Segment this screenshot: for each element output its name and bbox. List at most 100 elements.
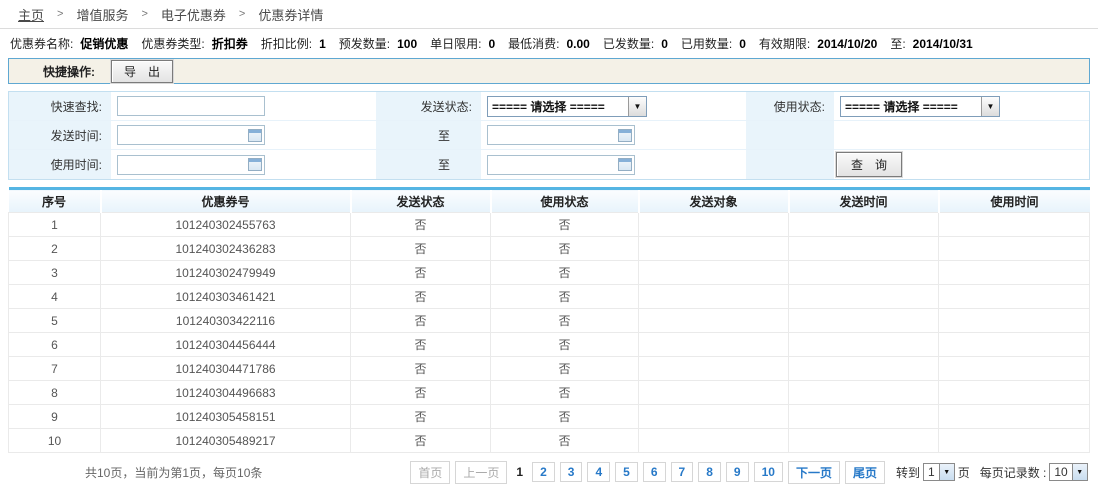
table-cell-send-target <box>639 333 789 357</box>
table-cell-send-time <box>789 381 939 405</box>
breadcrumb-value-added-services[interactable]: 增值服务 <box>76 5 128 24</box>
table-cell-send-time <box>789 309 939 333</box>
calendar-icon[interactable] <box>248 129 262 142</box>
per-page-select-value: 10 <box>1050 464 1071 480</box>
table-cell-coupon-no: 101240302436283 <box>101 237 351 261</box>
table-cell-send-target <box>639 309 789 333</box>
calendar-icon[interactable] <box>618 158 632 171</box>
table-cell-send-target <box>639 237 789 261</box>
page-button[interactable]: 10 <box>754 462 783 482</box>
table-row: 9101240305458151否否 <box>9 405 1090 429</box>
per-page-select[interactable]: 10 ▼ <box>1049 463 1087 481</box>
table-cell-send-target <box>639 213 789 237</box>
use-status-label: 使用状态: <box>746 92 834 121</box>
use-time-label: 使用时间: <box>9 150 111 179</box>
table-cell-coupon-no: 101240302455763 <box>101 213 351 237</box>
info-field-label: 单日限用: <box>430 37 481 51</box>
table-row: 10101240305489217否否 <box>9 429 1090 453</box>
first-page-button[interactable]: 首页 <box>410 461 450 484</box>
chevron-down-icon[interactable]: ▼ <box>628 97 646 116</box>
info-field: 已发数量:0 <box>603 35 668 52</box>
table-cell-send-status: 否 <box>351 261 491 285</box>
per-page-label: 每页记录数 : <box>980 464 1047 481</box>
info-field: 优惠券类型: 折扣券 <box>141 35 247 52</box>
info-field-label: 优惠券类型: <box>141 37 204 51</box>
table-cell-use-time <box>939 405 1090 429</box>
send-time-to-input[interactable] <box>487 125 635 145</box>
use-time-to-label: 至 <box>438 156 450 173</box>
page-button[interactable]: 4 <box>587 462 610 482</box>
info-field: 单日限用: 0 <box>430 35 495 52</box>
table-cell-use-status: 否 <box>491 429 639 453</box>
page-button[interactable]: 3 <box>560 462 583 482</box>
table-cell-index: 2 <box>9 237 101 261</box>
table-cell-index: 8 <box>9 381 101 405</box>
quick-action-label: 快捷操作: <box>43 63 95 80</box>
breadcrumb-separator: > <box>141 8 147 20</box>
table-cell-send-status: 否 <box>351 237 491 261</box>
table-row: 6101240304456444否否 <box>9 333 1090 357</box>
goto-label: 转到 <box>896 464 920 481</box>
table-cell-use-time <box>939 213 1090 237</box>
send-status-select-value: ===== 请选择 ===== <box>488 97 628 116</box>
table-cell-send-time <box>789 285 939 309</box>
send-time-from-input[interactable] <box>117 125 265 145</box>
next-page-button[interactable]: 下一页 <box>788 461 840 484</box>
table-cell-send-target <box>639 285 789 309</box>
calendar-icon[interactable] <box>248 158 262 171</box>
coupon-info-bar: 优惠券名称:促销优惠优惠券类型:折扣券折扣比例:1预发数量:100单日限用:0最… <box>0 29 1098 57</box>
page-button[interactable]: 7 <box>671 462 694 482</box>
calendar-icon[interactable] <box>618 129 632 142</box>
send-status-select[interactable]: ===== 请选择 ===== ▼ <box>487 96 647 117</box>
page-button[interactable]: 8 <box>698 462 721 482</box>
page-button[interactable]: 9 <box>726 462 749 482</box>
pagination-bar: 共10页，当前为第1页，每页10条 首页 上一页 1 2345678910 下一… <box>0 453 1098 491</box>
table-cell-use-time <box>939 381 1090 405</box>
use-time-to-input[interactable] <box>487 155 635 175</box>
info-field-value: 0 <box>488 37 495 51</box>
goto-page-select[interactable]: 1 ▼ <box>923 463 955 481</box>
page-button[interactable]: 5 <box>615 462 638 482</box>
table-cell-use-time <box>939 237 1090 261</box>
info-field: 最低消费:0.00 <box>508 35 590 52</box>
chevron-down-icon[interactable]: ▼ <box>1072 464 1087 480</box>
search-button[interactable]: 查 询 <box>836 152 902 177</box>
table-cell-send-time <box>789 261 939 285</box>
export-button[interactable]: 导 出 <box>111 60 173 83</box>
info-field: 优惠券名称:促销优惠 <box>10 35 128 52</box>
use-time-from-input[interactable] <box>117 155 265 175</box>
column-header: 使用状态 <box>491 189 639 213</box>
table-cell-send-status: 否 <box>351 429 491 453</box>
info-field-label: 已发数量: <box>603 37 654 51</box>
page-button[interactable]: 2 <box>532 462 555 482</box>
use-status-select[interactable]: ===== 请选择 ===== ▼ <box>840 96 1000 117</box>
page-button[interactable]: 6 <box>643 462 666 482</box>
info-field: 已用数量:0 <box>681 35 746 52</box>
breadcrumb-home[interactable]: 主页 <box>18 5 44 24</box>
info-field-value: 0.00 <box>567 37 590 51</box>
chevron-down-icon[interactable]: ▼ <box>981 97 999 116</box>
table-cell-use-status: 否 <box>491 261 639 285</box>
column-header: 发送对象 <box>639 189 789 213</box>
page-summary: 共10页，当前为第1页，每页10条 <box>85 464 262 481</box>
chevron-down-icon[interactable]: ▼ <box>939 464 954 480</box>
table-cell-send-status: 否 <box>351 309 491 333</box>
info-field-value: 促销优惠 <box>80 37 128 51</box>
table-cell-use-status: 否 <box>491 285 639 309</box>
table-cell-send-status: 否 <box>351 357 491 381</box>
breadcrumb-e-coupon[interactable]: 电子优惠券 <box>161 5 226 24</box>
quick-search-input[interactable] <box>117 96 265 116</box>
table-cell-coupon-no: 101240304456444 <box>101 333 351 357</box>
send-status-label: 发送状态: <box>376 92 481 121</box>
info-field: 折扣比例:1 <box>261 35 326 52</box>
current-page: 1 <box>512 463 527 481</box>
info-field-value: 2014/10/20 <box>817 37 877 51</box>
table-cell-send-time <box>789 333 939 357</box>
info-field-value: 折扣券 <box>212 37 248 51</box>
table-cell-send-target <box>639 405 789 429</box>
last-page-button[interactable]: 尾页 <box>845 461 885 484</box>
prev-page-button[interactable]: 上一页 <box>455 461 507 484</box>
breadcrumb-separator: > <box>239 8 245 20</box>
use-status-select-value: ===== 请选择 ===== <box>841 97 981 116</box>
table-cell-coupon-no: 101240303422116 <box>101 309 351 333</box>
